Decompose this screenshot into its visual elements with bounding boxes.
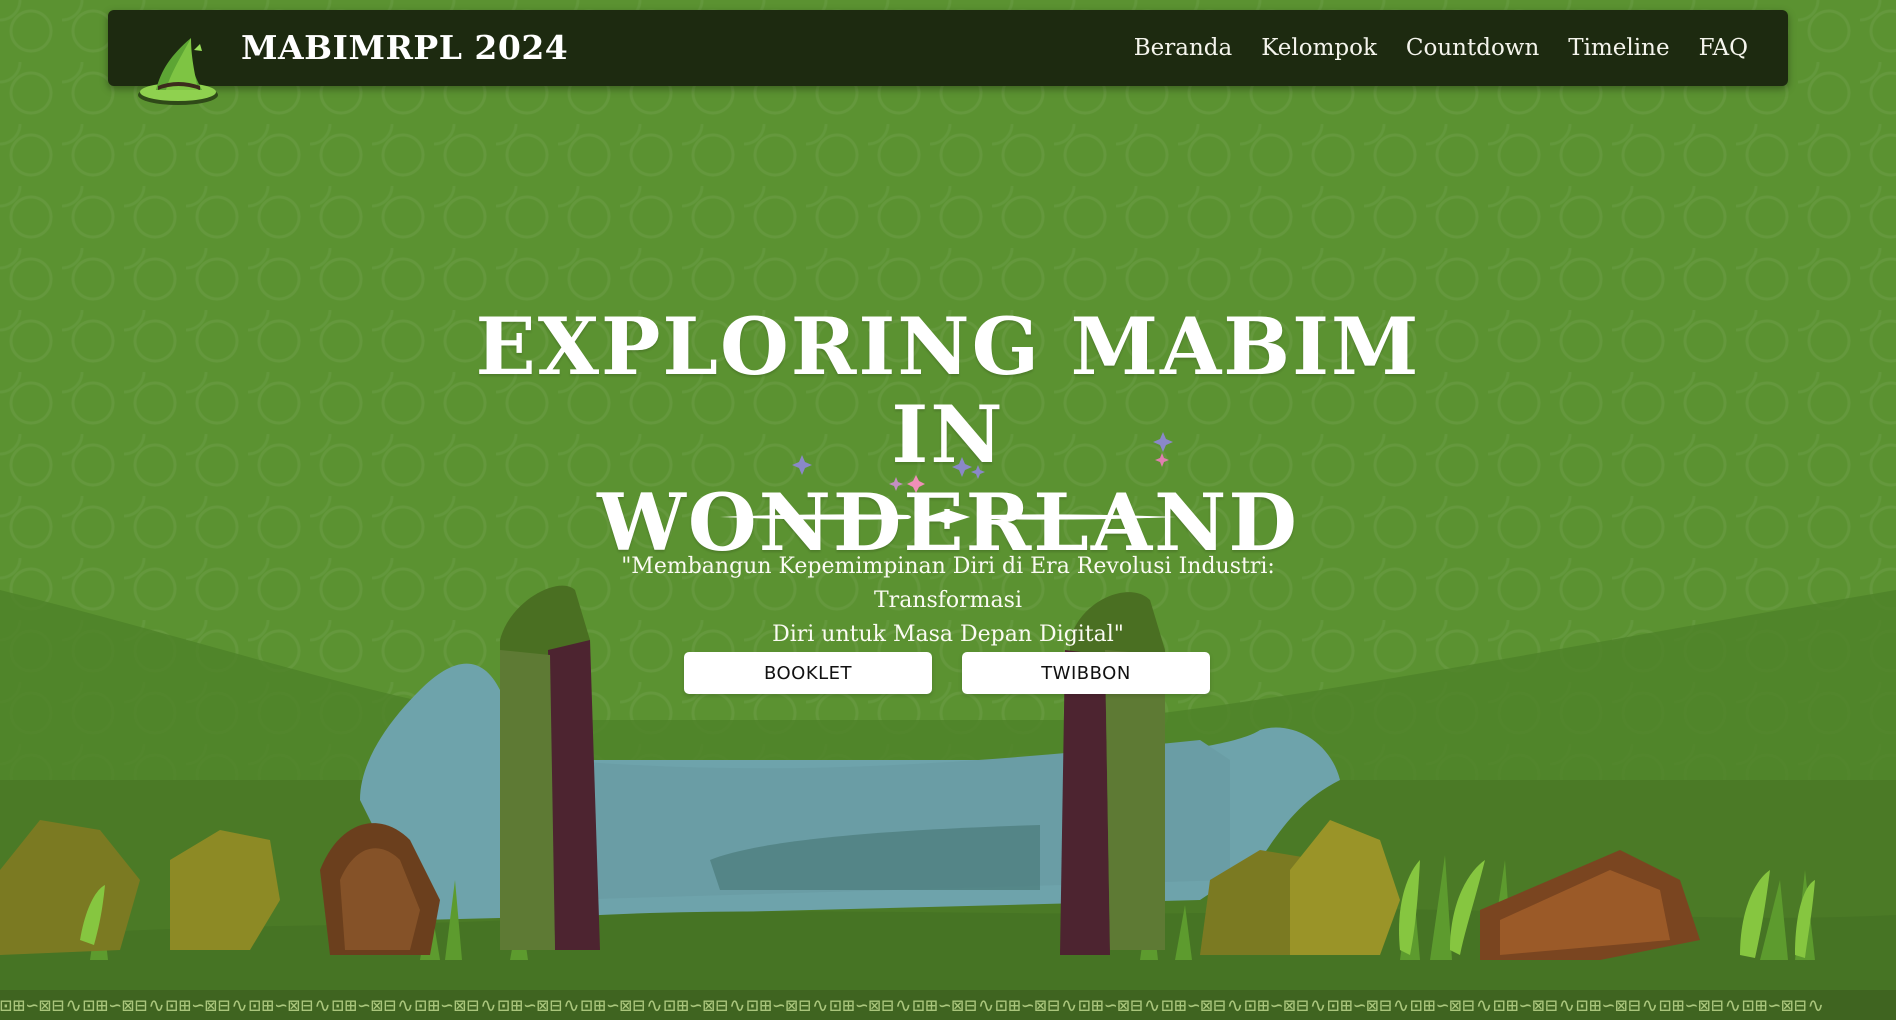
brand-title[interactable]: MABIMRPL 2024 (241, 24, 568, 72)
nav-link-timeline[interactable]: Timeline (1568, 35, 1669, 61)
nav-link-kelompok[interactable]: Kelompok (1261, 35, 1377, 61)
hero-tagline: "Membangun Kepemimpinan Diri di Era Revo… (548, 550, 1348, 652)
hero-tagline-line-1: "Membangun Kepemimpinan Diri di Era Revo… (621, 554, 1275, 613)
nav-link-countdown[interactable]: Countdown (1406, 35, 1539, 61)
nav-link-faq[interactable]: FAQ (1699, 35, 1748, 61)
booklet-button[interactable]: BOOKLET (684, 652, 932, 694)
nav-links: Beranda Kelompok Countdown Timeline FAQ (1134, 10, 1748, 86)
twibbon-button[interactable]: TWIBBON (962, 652, 1210, 694)
green-witch-hat-icon[interactable] (136, 20, 226, 110)
hero-title-line-1: EXPLORING MABIM IN (475, 300, 1421, 481)
navbar: MABIMRPL 2024 Beranda Kelompok Countdown… (108, 10, 1788, 105)
tribal-pattern-border-icon: ⊡⊞∽⊠⊟∿⊡⊞∽⊠⊟∿⊡⊞∽⊠⊟∿⊡⊞∽⊠⊟∿⊡⊞∽⊠⊟∿⊡⊞∽⊠⊟∿⊡⊞∽⊠… (0, 993, 1826, 1017)
ornamental-divider-icon (720, 510, 1176, 524)
nav-link-beranda[interactable]: Beranda (1134, 35, 1232, 61)
hero-tagline-line-2: Diri untuk Masa Depan Digital" (772, 622, 1124, 647)
